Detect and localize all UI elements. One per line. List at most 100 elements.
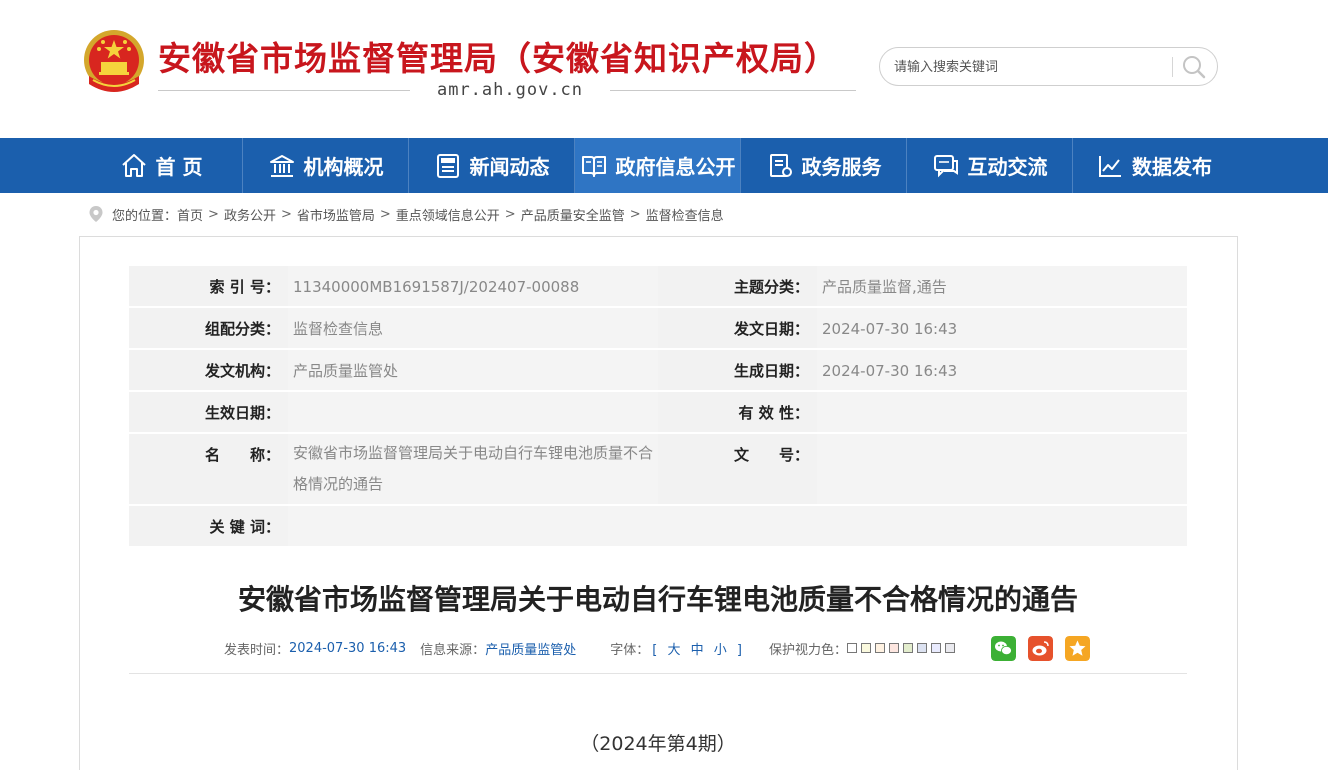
nav-label-interaction: 互动交流 [967, 155, 1048, 179]
breadcrumb-item[interactable]: 省市场监管局 [297, 205, 375, 224]
weibo-share-icon[interactable] [1028, 636, 1053, 661]
nav-label-about: 机构概况 [303, 155, 384, 179]
eye-color-swatch[interactable] [931, 643, 941, 653]
publish-time-label: 发表时间： [224, 642, 290, 658]
search-icon[interactable] [1180, 54, 1208, 80]
doc-no-value [817, 434, 1187, 504]
breadcrumb-separator: > [629, 206, 641, 222]
keywords-label: 关 键 词： [129, 506, 288, 546]
font-bracket-open: [ [652, 642, 658, 658]
info-row: 关 键 词： [129, 506, 1187, 546]
info-table: 索 引 号： 11340000MB1691587J/202407-00088 主… [129, 266, 1187, 546]
eye-color-swatch[interactable] [875, 643, 885, 653]
home-icon [121, 153, 146, 177]
nav-label-news: 新闻动态 [469, 155, 550, 179]
issue-date-value: 2024-07-30 16:43 [817, 308, 1187, 348]
search-box [879, 47, 1218, 86]
breadcrumb-item[interactable]: 政务公开 [224, 205, 276, 224]
breadcrumb-prefix: 您的位置： [112, 208, 178, 224]
index-no-value: 11340000MB1691587J/202407-00088 [288, 266, 658, 306]
nav-item-data[interactable]: 数据发布 [1073, 138, 1235, 193]
nav-label-home: 首 页 [155, 155, 203, 179]
source-value[interactable]: 产品质量监管处 [485, 639, 576, 658]
agency-value: 产品质量监管处 [288, 350, 658, 390]
favorite-star-icon[interactable] [1065, 636, 1090, 661]
nav-item-gov-info[interactable]: 政府信息公开 [575, 138, 740, 193]
agency-label: 发文机构： [129, 350, 288, 390]
font-size-large[interactable]: 大 [667, 643, 680, 658]
info-row: 名 称： 安徽省市场监督管理局关于电动自行车锂电池质量不合格情况的通告 文 号： [129, 434, 1187, 506]
validity-value [817, 392, 1187, 432]
eye-color-swatches [847, 641, 959, 656]
nav-item-home[interactable]: 首 页 [80, 138, 242, 193]
article-title: 安徽省市场监督管理局关于电动自行车锂电池质量不合格情况的通告 [237, 583, 1078, 616]
news-icon [436, 153, 459, 178]
info-row: 组配分类： 监督检查信息 发文日期： 2024-07-30 16:43 [129, 308, 1187, 350]
font-bracket-close: ] [736, 642, 742, 658]
breadcrumb-item[interactable]: 重点领域信息公开 [396, 205, 500, 224]
book-icon [581, 155, 606, 177]
index-no-label: 索 引 号： [129, 266, 288, 306]
topic-value: 产品质量监督,通告 [817, 266, 1187, 306]
wechat-share-icon[interactable] [991, 636, 1016, 661]
eye-color-swatch[interactable] [861, 643, 871, 653]
info-row: 发文机构： 产品质量监管处 生成日期： 2024-07-30 16:43 [129, 350, 1187, 392]
location-pin-icon [89, 206, 103, 222]
publish-time-value: 2024-07-30 16:43 [289, 640, 407, 656]
header: 安徽省市场监督管理局（安徽省知识产权局） amr.ah.gov.cn [0, 0, 1328, 138]
font-size-small[interactable]: 小 [714, 643, 727, 658]
nav-label-services: 政务服务 [801, 155, 882, 179]
article-meta: 发表时间： 2024-07-30 16:43 信息来源： 产品质量监管处 字体：… [224, 637, 959, 659]
search-input[interactable] [894, 56, 1164, 78]
meta-divider [129, 673, 1187, 674]
institution-icon [269, 154, 294, 177]
breadcrumb-separator: > [379, 206, 391, 222]
site-domain: amr.ah.gov.cn [410, 79, 610, 101]
main-nav: 首 页 机构概况 新闻动态 政府信息公开 政务服务 互动交流 数据发布 [0, 138, 1328, 193]
eye-color-swatch[interactable] [917, 643, 927, 653]
topic-label: 主题分类： [658, 266, 817, 306]
eye-color-swatch[interactable] [847, 643, 857, 653]
page: 安徽省市场监督管理局（安徽省知识产权局） amr.ah.gov.cn 首 页 [0, 0, 1328, 770]
font-size-controls: [ 大 中 小 ] [649, 639, 745, 658]
nav-item-services[interactable]: 政务服务 [741, 138, 906, 193]
nav-label-data: 数据发布 [1132, 155, 1212, 179]
issue-number: （2024年第4期） [580, 733, 736, 755]
validity-label: 有 效 性： [658, 392, 817, 432]
breadcrumb-item[interactable]: 监督检查信息 [646, 205, 724, 224]
breadcrumb-item[interactable]: 产品质量安全监管 [521, 205, 625, 224]
breadcrumb-item[interactable]: 首页 [177, 205, 203, 224]
info-row: 生效日期： 有 效 性： [129, 392, 1187, 434]
effective-value [288, 392, 658, 432]
breadcrumb: 您的位置： 首页 > 政务公开 > 省市场监管局 > 重点领域信息公开 > 产品… [88, 203, 724, 225]
search-divider [1172, 57, 1173, 77]
created-label: 生成日期： [658, 350, 817, 390]
font-size-medium[interactable]: 中 [691, 643, 704, 658]
source-label: 信息来源： [420, 642, 486, 658]
font-size-label: 字体： [610, 642, 650, 658]
effective-label: 生效日期： [129, 392, 288, 432]
nav-item-news[interactable]: 新闻动态 [409, 138, 574, 193]
nav-label-gov-info: 政府信息公开 [615, 155, 736, 179]
info-row: 索 引 号： 11340000MB1691587J/202407-00088 主… [129, 266, 1187, 308]
nav-item-interaction[interactable]: 互动交流 [907, 138, 1072, 193]
name-value: 安徽省市场监督管理局关于电动自行车锂电池质量不合格情况的通告 [288, 434, 658, 504]
breadcrumb-separator: > [280, 206, 292, 222]
breadcrumb-separator: > [504, 206, 516, 222]
created-value: 2024-07-30 16:43 [817, 350, 1187, 390]
eye-color-swatch[interactable] [945, 643, 955, 653]
chat-icon [933, 154, 958, 177]
name-label: 名 称： [129, 434, 288, 504]
document-icon [769, 153, 792, 177]
eye-color-swatch[interactable] [903, 643, 913, 653]
keywords-value [288, 506, 1187, 546]
chart-icon [1099, 155, 1121, 177]
nav-item-about[interactable]: 机构概况 [243, 138, 408, 193]
site-title: 安徽省市场监督管理局（安徽省知识产权局） [158, 39, 838, 78]
national-emblem-icon [84, 30, 144, 92]
eye-color-label: 保护视力色： [768, 642, 847, 658]
eye-color-swatch[interactable] [889, 643, 899, 653]
doc-no-label: 文 号： [658, 434, 817, 504]
group-label: 组配分类： [129, 308, 288, 348]
issue-date-label: 发文日期： [658, 308, 817, 348]
